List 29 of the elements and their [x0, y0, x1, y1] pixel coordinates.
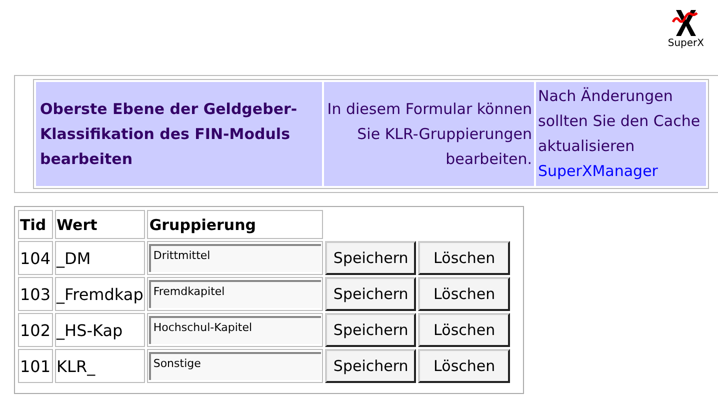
table-cell: _Fremdkap: [54, 277, 146, 311]
description-text: In diesem Formular können Sie KLR-Gruppierungen bearbeiten.: [327, 100, 532, 168]
delete-button[interactable]: Löschen: [418, 313, 510, 347]
note-text: Nach Änderungen sollten Sie den Cache aktualisieren: [538, 87, 700, 155]
save-button[interactable]: Speichern: [325, 349, 416, 383]
table-cell: 103: [18, 277, 53, 311]
delete-button[interactable]: Löschen: [418, 241, 510, 275]
save-button[interactable]: Speichern: [325, 313, 416, 347]
delete-button[interactable]: Löschen: [418, 277, 510, 311]
delete-button[interactable]: Löschen: [418, 349, 510, 383]
table-cell: 102: [18, 313, 53, 347]
input-field[interactable]: Drittmittel: [149, 244, 322, 272]
page-title: Oberste Ebene der Geldgeber-Klassifikation des FIN-Moduls bearbeiten: [40, 100, 298, 168]
logo-icon: [672, 8, 700, 38]
input-field[interactable]: Fremdkapitel: [149, 280, 322, 308]
save-button[interactable]: Speichern: [325, 277, 416, 311]
input-field[interactable]: Sonstige: [149, 352, 322, 380]
column-header: Gruppierung: [147, 210, 324, 239]
table-cell: _HS-Kap: [54, 313, 146, 347]
logo-caption: SuperX: [668, 38, 704, 50]
table-cell: KLR_: [54, 349, 146, 383]
table-cell: 101: [18, 349, 53, 383]
table-cell: 104: [18, 241, 53, 275]
superx-manager-link[interactable]: SuperXManager: [538, 162, 658, 180]
input-field[interactable]: Hochschul-Kapitel: [149, 316, 322, 344]
column-header: Tid: [18, 210, 53, 239]
column-header: Wert: [54, 210, 146, 239]
table-cell: _DM: [54, 241, 146, 275]
save-button[interactable]: Speichern: [325, 241, 416, 275]
